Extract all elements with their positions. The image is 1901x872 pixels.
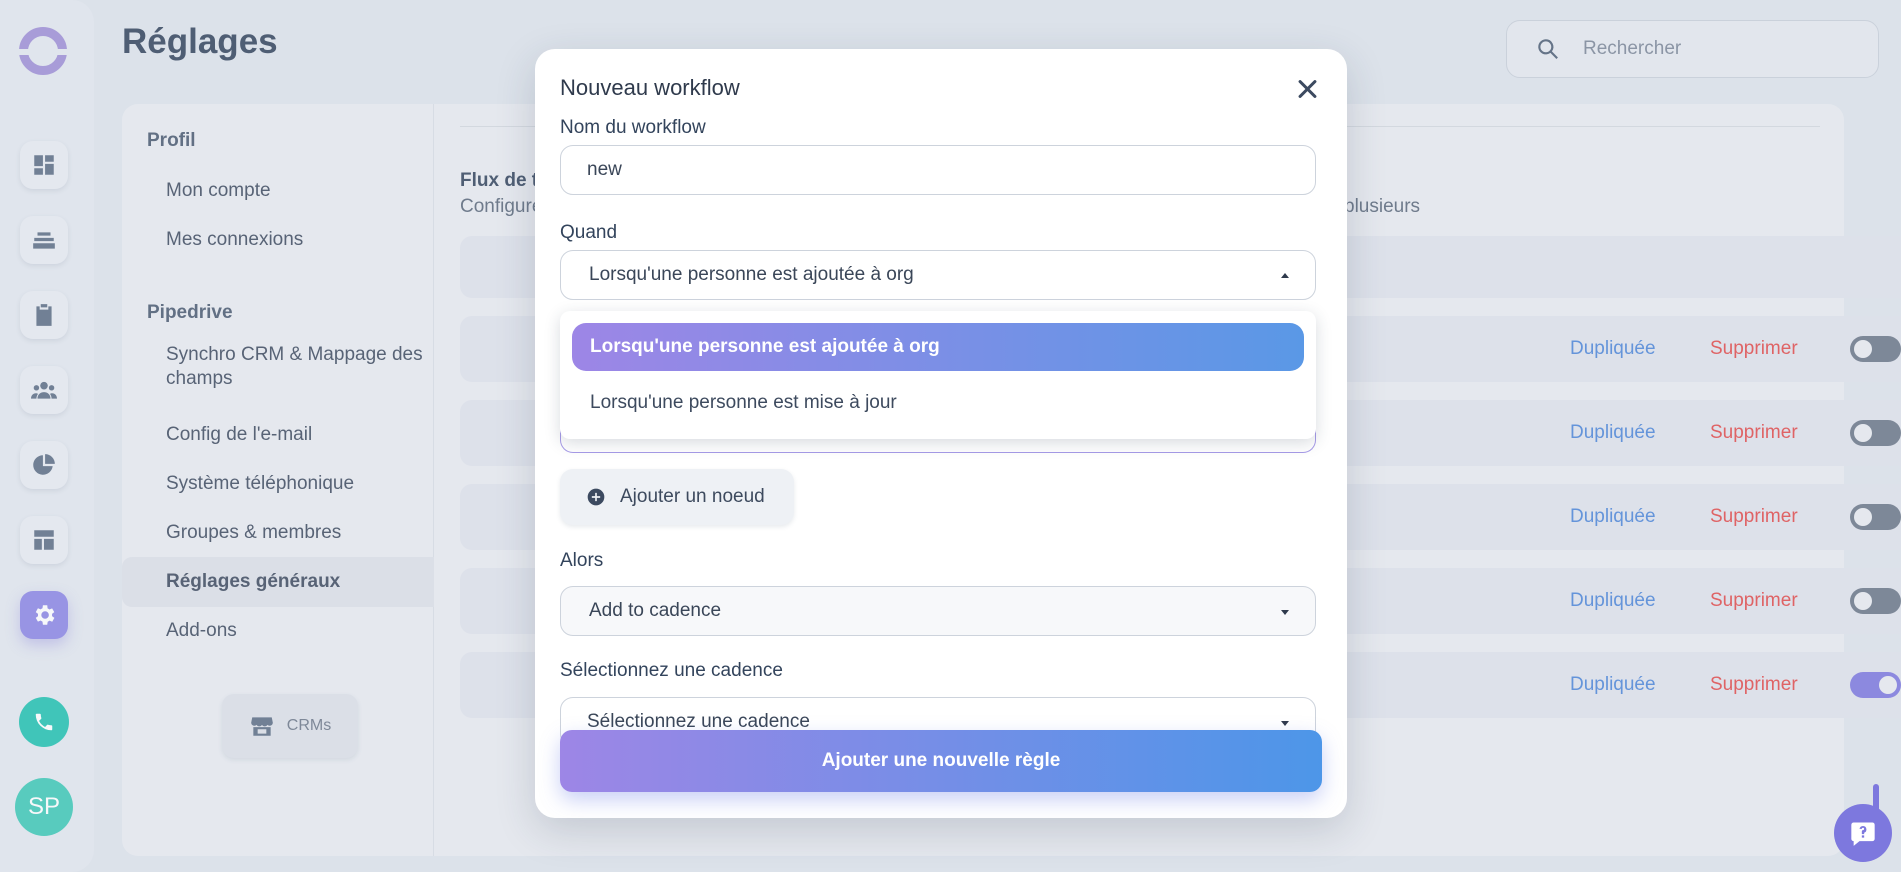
cadence-label: Sélectionnez une cadence — [560, 660, 783, 681]
add-node-label: Ajouter un noeud — [620, 486, 765, 507]
plus-circle-icon — [587, 488, 605, 506]
chevron-up-icon — [1281, 273, 1289, 278]
chevron-down-icon — [1281, 721, 1289, 726]
when-option-updated[interactable]: Lorsqu'une personne est mise à jour — [572, 379, 1304, 427]
help-bubble-icon — [1851, 822, 1875, 846]
when-dropdown-menu: Lorsqu'une personne est ajoutée à org Lo… — [560, 311, 1316, 439]
when-option-added-to-org[interactable]: Lorsqu'une personne est ajoutée à org — [572, 323, 1304, 371]
when-label: Quand — [560, 222, 618, 243]
close-icon[interactable] — [1293, 75, 1321, 103]
when-select[interactable]: Lorsqu'une personne est ajoutée à org — [560, 250, 1316, 300]
then-label: Alors — [560, 550, 604, 571]
help-chat-button[interactable] — [1834, 804, 1892, 862]
add-node-button[interactable]: Ajouter un noeud — [560, 469, 794, 525]
when-selected-value: Lorsqu'une personne est ajoutée à org — [589, 264, 914, 285]
workflow-name-input[interactable]: new — [560, 145, 1316, 195]
new-workflow-modal: Nouveau workflow Nom du workflow new Qua… — [535, 49, 1347, 818]
then-selected-value: Add to cadence — [589, 600, 722, 621]
workflow-name-label: Nom du workflow — [560, 117, 706, 138]
add-rule-button[interactable]: Ajouter une nouvelle règle — [560, 730, 1322, 792]
chevron-down-icon — [1281, 610, 1289, 615]
modal-title: Nouveau workflow — [560, 75, 740, 100]
then-select[interactable]: Add to cadence — [560, 586, 1316, 636]
